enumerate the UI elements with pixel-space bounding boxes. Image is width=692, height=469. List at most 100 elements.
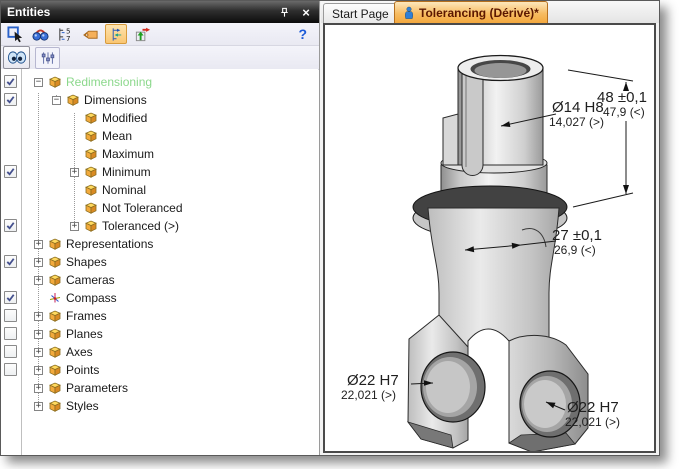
- document-tab-bar: Start Page Tolerancing (Dérivé)*: [321, 1, 659, 23]
- tree-row-gutter: [1, 181, 21, 199]
- expand-toggle[interactable]: +: [34, 258, 43, 267]
- tab-tolerancing[interactable]: Tolerancing (Dérivé)*: [394, 1, 548, 23]
- dimension-measured: 47,9 (<): [603, 106, 647, 118]
- cube-icon: [48, 327, 62, 341]
- tag-icon[interactable]: [80, 25, 100, 43]
- expander-spacer: [70, 132, 79, 141]
- tree-row-gutter: [1, 325, 21, 343]
- tree-item-nominal[interactable]: Nominal: [1, 181, 318, 199]
- visibility-checkbox[interactable]: [4, 165, 17, 178]
- export-selection-icon[interactable]: [132, 25, 152, 43]
- expand-toggle[interactable]: +: [34, 384, 43, 393]
- cube-icon: [66, 93, 80, 107]
- expander-spacer: [34, 294, 43, 303]
- visibility-checkbox[interactable]: [4, 309, 17, 322]
- tree-indent: [21, 127, 70, 145]
- tree-item-label: Axes: [66, 345, 93, 359]
- visibility-checkbox[interactable]: [4, 75, 17, 88]
- collapse-toggle[interactable]: −: [52, 96, 61, 105]
- tree-item-styles[interactable]: +Styles: [1, 397, 318, 415]
- tree-item-label: Modified: [102, 111, 147, 125]
- tree-item-mean[interactable]: Mean: [1, 127, 318, 145]
- tree-item-representations[interactable]: + Representations: [1, 235, 318, 253]
- dimension-value: 27 ±0,1: [552, 228, 602, 244]
- search-binoculars-icon[interactable]: [30, 25, 50, 43]
- select-icon[interactable]: [5, 25, 25, 43]
- tree-item-axes[interactable]: + Axes: [1, 343, 318, 361]
- tree-row-gutter: [1, 109, 21, 127]
- expander-spacer: [70, 186, 79, 195]
- tab-start-page[interactable]: Start Page: [323, 3, 398, 23]
- tree-item-label: Compass: [66, 291, 117, 305]
- tree-row-gutter: [1, 361, 21, 379]
- dimension-annotation-48[interactable]: 48 ±0,1 47,9 (<): [597, 90, 647, 118]
- cube-icon: [84, 111, 98, 125]
- expand-toggle[interactable]: +: [34, 402, 43, 411]
- tree-item-planes[interactable]: +Planes: [1, 325, 318, 343]
- tree-indent: [21, 73, 34, 91]
- tree-item-cameras[interactable]: +Cameras: [1, 271, 318, 289]
- visibility-checkbox[interactable]: [4, 291, 17, 304]
- dimension-annotation-27[interactable]: 27 ±0,1 26,9 (<): [552, 228, 602, 256]
- tree-item-dimensions[interactable]: −Dimensions: [1, 91, 318, 109]
- model-viewport[interactable]: Ø14 H8 14,027 (>) 48 ±0,1 47,9 (<) 27 ±0…: [323, 23, 656, 453]
- compass-icon: [48, 291, 62, 305]
- pin-icon[interactable]: [277, 5, 291, 19]
- dimension-annotation-dia22-left[interactable]: Ø22 H7 22,021 (>): [341, 373, 399, 401]
- expand-toggle[interactable]: +: [70, 168, 79, 177]
- tab-label: Start Page: [332, 7, 389, 21]
- expand-toggle[interactable]: +: [34, 330, 43, 339]
- visibility-checkbox[interactable]: [4, 363, 17, 376]
- cube-icon: [48, 237, 62, 251]
- expand-toggle[interactable]: +: [70, 222, 79, 231]
- expand-toggle[interactable]: +: [34, 276, 43, 285]
- tree-item-minimum[interactable]: +Minimum: [1, 163, 318, 181]
- tree-item-label: Points: [66, 363, 99, 377]
- tree-item-maximum[interactable]: Maximum: [1, 145, 318, 163]
- tree-row-gutter: [1, 379, 21, 397]
- tree-row-gutter: [1, 145, 21, 163]
- dimension-value: Ø22 H7: [347, 373, 399, 389]
- tree-item-modified[interactable]: Modified: [1, 109, 318, 127]
- tree-item-redimensioning[interactable]: −Redimensioning: [1, 73, 318, 91]
- cube-icon: [84, 147, 98, 161]
- visibility-checkbox[interactable]: [4, 345, 17, 358]
- cube-icon: [48, 381, 62, 395]
- tree-item-toleranced[interactable]: +Toleranced (>): [1, 217, 318, 235]
- tree-item-shapes[interactable]: +Shapes: [1, 253, 318, 271]
- tree-item-compass[interactable]: Compass: [1, 289, 318, 307]
- filter-dimensions-icon[interactable]: [105, 24, 127, 44]
- tree-row-gutter: [1, 73, 21, 91]
- entities-toolbar-row2: [1, 46, 319, 70]
- visibility-checkbox[interactable]: [4, 93, 17, 106]
- tree-item-label: Representations: [66, 237, 153, 251]
- visibility-checkbox[interactable]: [4, 255, 17, 268]
- tree-row-gutter: [1, 127, 21, 145]
- preview-eyes-icon[interactable]: [3, 46, 30, 69]
- expand-toggle[interactable]: +: [34, 240, 43, 249]
- cube-icon: [48, 345, 62, 359]
- tab-label: Tolerancing (Dérivé)*: [419, 6, 539, 20]
- dimension-list-icon[interactable]: 57: [55, 25, 75, 43]
- tree-item-not-toleranced[interactable]: Not Toleranced: [1, 199, 318, 217]
- dimension-value: 48 ±0,1: [597, 90, 647, 106]
- expand-toggle[interactable]: +: [34, 348, 43, 357]
- tree-indent: [21, 397, 34, 415]
- expand-toggle[interactable]: +: [34, 312, 43, 321]
- expand-toggle[interactable]: +: [34, 366, 43, 375]
- tree-item-points[interactable]: + Points: [1, 361, 318, 379]
- dimension-value: Ø22 H7: [567, 400, 620, 416]
- filter-settings-icon[interactable]: [35, 47, 60, 69]
- entities-panel-titlebar: Entities ×: [1, 1, 319, 23]
- visibility-checkbox[interactable]: [4, 219, 17, 232]
- dimension-measured: 22,021 (>): [341, 389, 399, 401]
- close-icon[interactable]: ×: [299, 5, 313, 19]
- dimension-annotation-dia22-right[interactable]: Ø22 H7 22,021 (>): [565, 400, 620, 428]
- help-icon[interactable]: ?: [298, 26, 307, 42]
- visibility-checkbox[interactable]: [4, 327, 17, 340]
- collapse-toggle[interactable]: −: [34, 78, 43, 87]
- svg-text:7: 7: [65, 34, 70, 43]
- tree-item-frames[interactable]: +Frames: [1, 307, 318, 325]
- tree-item-parameters[interactable]: +Parameters: [1, 379, 318, 397]
- dimension-measured: 14,027 (>): [549, 116, 604, 128]
